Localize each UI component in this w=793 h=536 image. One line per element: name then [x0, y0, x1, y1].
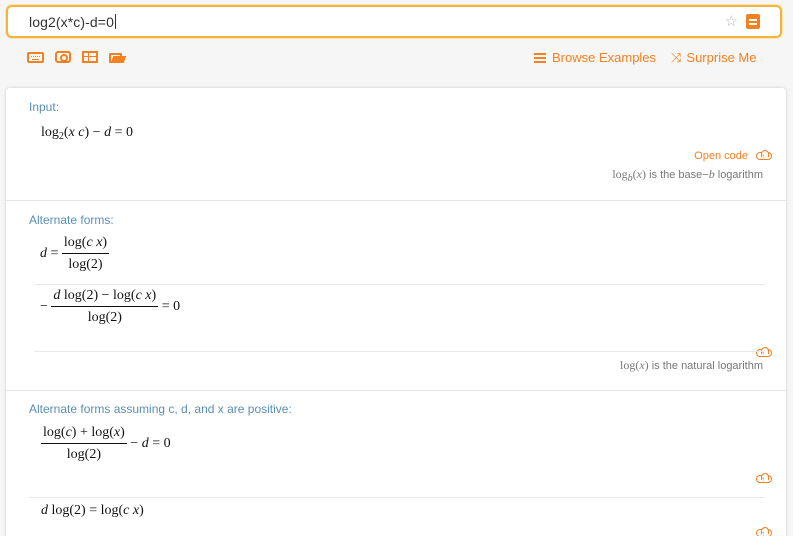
log-base-note: logb(x) is the base−b logarithm — [612, 167, 763, 184]
open-code-link[interactable]: Open code — [694, 150, 748, 162]
search-bar[interactable]: log2(x*c)-d=0 ☆ — [6, 5, 782, 38]
natural-log-note: log(x) is the natural logarithm — [619, 358, 763, 372]
menu-lines-icon — [534, 53, 546, 63]
cloud-upload-icon[interactable]: ↑ — [756, 347, 773, 358]
divider — [34, 284, 764, 285]
camera-icon[interactable] — [55, 51, 71, 63]
cloud-upload-icon[interactable]: ↑ — [756, 473, 773, 484]
browse-examples-link[interactable]: Browse Examples — [534, 50, 656, 65]
alternate-forms-pod: Alternate forms: d = log(c x) log(2) − d … — [6, 200, 786, 390]
pod-title: Alternate forms: — [29, 213, 114, 227]
divider — [29, 497, 764, 498]
ordered-list-icon[interactable] — [746, 14, 760, 29]
wolfram-page: log2(x*c)-d=0 ☆ Browse Examples ⤨ Surpris… — [0, 0, 793, 536]
folder-icon[interactable] — [109, 51, 127, 63]
alternate-form-1: d = log(c x) log(2) — [40, 235, 110, 272]
results-card: Input: log2(x c) − d = 0 Open code ↑ log… — [6, 88, 786, 536]
positive-form-2: d log(2) = log(c x) — [41, 503, 144, 518]
search-input[interactable]: log2(x*c)-d=0 — [29, 14, 116, 30]
pod-title: Input: — [29, 100, 60, 114]
positive-form-1: log(c) + log(x) log(2) − d = 0 — [41, 425, 171, 462]
table-icon[interactable] — [82, 51, 98, 63]
divider — [34, 351, 764, 352]
pod-title: Alternate forms assuming c, d, and x are… — [29, 402, 292, 416]
input-pod: Input: log2(x c) − d = 0 Open code ↑ log… — [6, 88, 786, 200]
positive-forms-pod: Alternate forms assuming c, d, and x are… — [6, 390, 786, 536]
keyboard-icon[interactable] — [27, 52, 44, 63]
input-formula: log2(x c) − d = 0 — [41, 125, 133, 142]
cloud-upload-icon[interactable]: ↑ — [756, 527, 773, 536]
shuffle-icon: ⤨ — [671, 50, 682, 65]
text-caret — [114, 14, 116, 29]
star-icon[interactable]: ☆ — [725, 12, 738, 30]
alternate-form-2: − d log(2) − log(c x) log(2) = 0 — [40, 288, 181, 325]
surprise-me-link[interactable]: ⤨ Surprise Me — [671, 50, 756, 66]
cloud-upload-icon[interactable]: ↑ — [756, 150, 773, 161]
